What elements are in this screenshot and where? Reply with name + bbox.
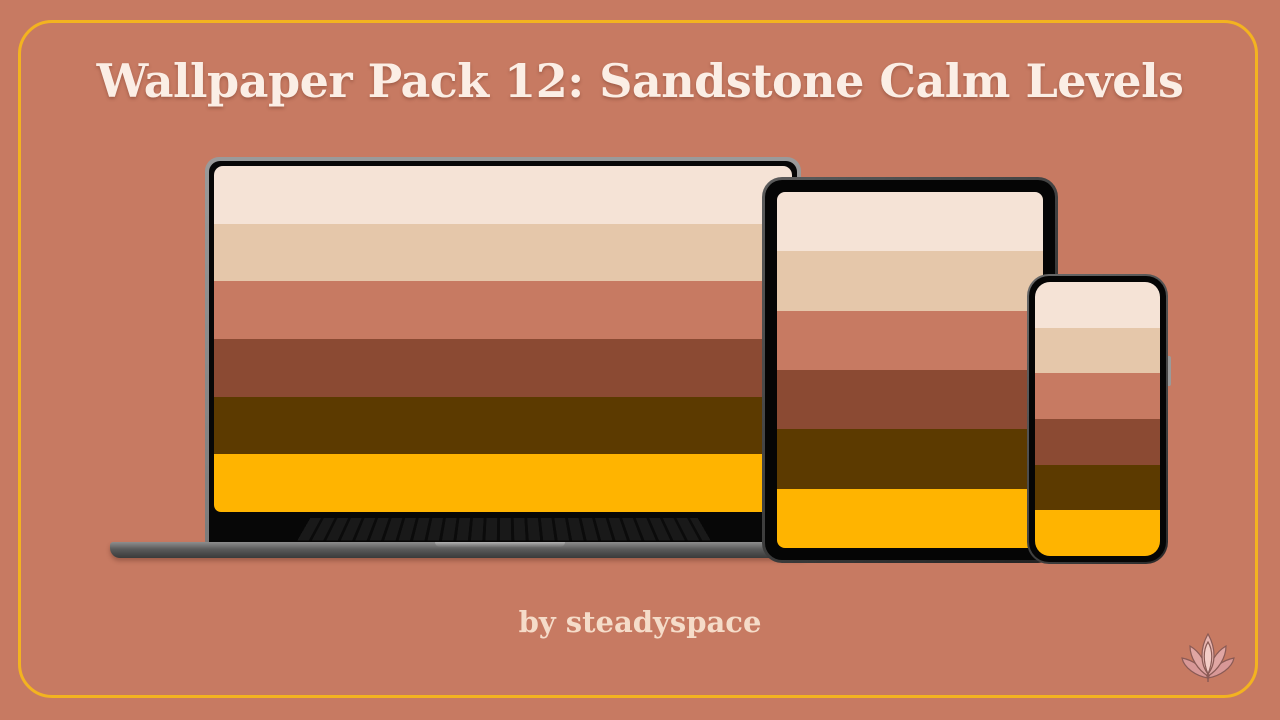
laptop-trackpad-notch (435, 542, 565, 547)
tablet-stripe-1 (777, 192, 1043, 252)
tablet-stripe-3 (777, 310, 1043, 370)
laptop-stripe-4 (214, 339, 792, 397)
laptop-keyboard-reflection (297, 518, 711, 541)
phone-side-button (1168, 356, 1171, 386)
laptop-stripe-3 (214, 281, 792, 340)
tablet-stripe-2 (777, 251, 1043, 311)
phone-stripe-4 (1035, 419, 1160, 465)
laptop-stripe-5 (214, 396, 792, 455)
laptop-stripe-6 (214, 454, 792, 512)
laptop-screen (214, 166, 792, 512)
phone-stripe-2 (1035, 327, 1160, 374)
phone-mockup (1027, 274, 1171, 564)
tablet-bezel (765, 180, 1055, 560)
laptop-stripe-2 (214, 223, 792, 282)
phone-stripe-5 (1035, 464, 1160, 511)
page-title: Wallpaper Pack 12: Sandstone Calm Levels (96, 54, 1184, 108)
tablet-stripe-4 (777, 369, 1043, 430)
phone-screen (1035, 282, 1160, 556)
phone-stripe-3 (1035, 373, 1160, 420)
phone-bezel (1029, 276, 1166, 562)
phone-stripe-1 (1035, 282, 1160, 328)
laptop-base (110, 542, 810, 558)
phone-stripe-6 (1035, 510, 1160, 556)
lotus-icon (1181, 632, 1235, 682)
tablet-mockup (762, 177, 1058, 563)
author-byline: by steadyspace (518, 605, 762, 639)
tablet-screen (777, 192, 1043, 548)
promo-canvas: Wallpaper Pack 12: Sandstone Calm Levels… (0, 0, 1280, 720)
laptop-bezel (209, 161, 797, 545)
tablet-stripe-5 (777, 429, 1043, 489)
laptop-stripe-1 (214, 166, 792, 224)
tablet-stripe-6 (777, 488, 1043, 548)
laptop-mockup (205, 157, 801, 545)
